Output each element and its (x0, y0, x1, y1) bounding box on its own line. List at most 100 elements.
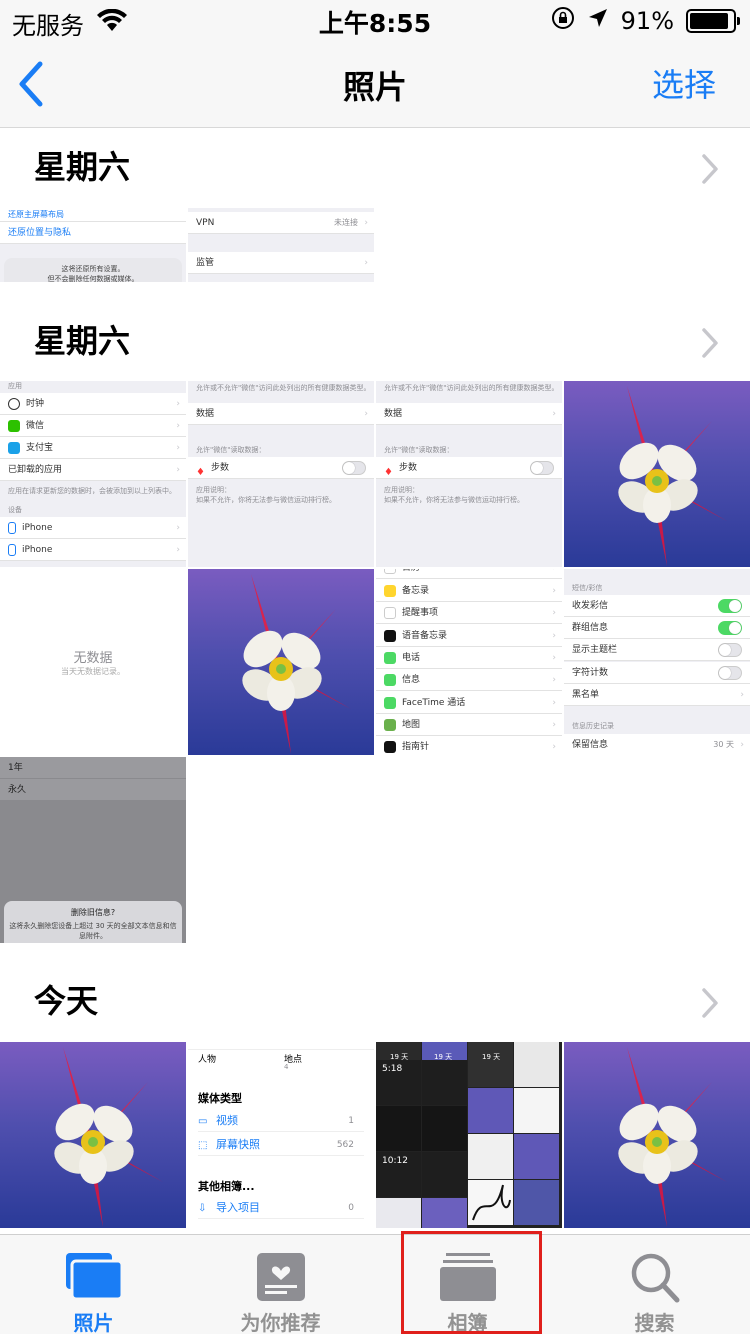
wallpaper-flower-thumbnail[interactable] (0, 1042, 186, 1228)
thumb-text: 这将还原所有设置。 (61, 265, 125, 273)
wallpaper-flower-thumbnail[interactable] (564, 381, 750, 567)
photo-thumbnail[interactable]: 短信/彩信 收发彩信 群组信息 显示主题栏 字符计数 黑名单 › 信息历史记录 保… (564, 569, 750, 755)
thumb-text: 如果不允许，你将无法参与微信运动排行榜。 (196, 496, 336, 504)
thumb-text: 地图 (402, 720, 421, 730)
thumb-text: 设备 (8, 506, 22, 514)
thumb-text: 语音备忘录 (402, 631, 448, 641)
tab-label: 照片 (73, 1311, 114, 1334)
thumb-text: 其他相簿... (198, 1180, 255, 1193)
flower-image (18, 1047, 163, 1227)
photo-thumbnail[interactable]: 还原主屏幕布局 还原位置与隐私 这将还原所有设置。 但不会删除任何数据或媒体。 (0, 208, 186, 282)
thumb-text: 10:12 (382, 1156, 408, 1166)
thumb-text: 已卸载的应用 (8, 465, 63, 475)
thumb-text: 当天无数据记录。 (61, 667, 125, 676)
search-icon (631, 1253, 679, 1303)
thumb-text: VPN (196, 218, 215, 228)
thumb-text: 信息 (402, 675, 421, 685)
tab-albums[interactable]: 相簿 (374, 1235, 561, 1334)
location-icon (587, 7, 609, 35)
thumb-text: 允许"微信"读取数据： (384, 446, 454, 454)
photo-thumbnail[interactable]: 1年 永久 删除旧信息? 这将永久删除您设备上超过 30 天的全部文本信息和信息… (0, 757, 186, 943)
section-title: 今天 (34, 982, 99, 1020)
tab-search[interactable]: 搜索 (561, 1235, 748, 1334)
thumb-text: 19 天 (482, 1053, 501, 1061)
section-header-saturday-1[interactable]: 星期六 (0, 128, 750, 208)
status-bar: 无服务 上午8:55 91% (0, 0, 750, 40)
thumb-alert: 删除旧信息? 这将永久删除您设备上超过 30 天的全部文本信息和信息附件。 (4, 901, 182, 943)
photo-thumbnail[interactable]: 允许或不允许"微信"访问此处列出的所有健康数据类型。 数据 › 允许"微信"读取数… (376, 381, 562, 567)
tab-photos[interactable]: 照片 (0, 1235, 187, 1334)
thumb-text: 这将永久删除您设备上超过 30 天的全部文本信息和信息附件。 (9, 922, 177, 940)
thumb-text: 永久 (0, 779, 186, 801)
thumb-text: 但不会删除任何数据或媒体。 (47, 275, 139, 282)
wallpaper-flower-thumbnail[interactable] (188, 569, 374, 755)
thumb-text: 监管 (196, 258, 215, 268)
battery-percent: 91% (620, 7, 674, 35)
thumb-text: 1年 (0, 757, 186, 779)
photo-thumbnail[interactable]: 无数据 当天无数据记录。 (0, 569, 186, 755)
thumb-text: iPhone (22, 545, 53, 555)
albums-icon (439, 1253, 496, 1301)
section-header-saturday-2[interactable]: 星期六 (0, 302, 750, 382)
thumb-text: 未连接 (334, 218, 358, 227)
thumb-text: FaceTime 通话 (402, 698, 466, 708)
thumb-text: 5:18 (382, 1064, 403, 1074)
thumb-text: 人物 (198, 1055, 217, 1065)
battery-icon (686, 9, 740, 33)
thumb-text: 日历 (402, 569, 420, 573)
tab-label: 相簿 (447, 1311, 488, 1334)
photo-thumbnail[interactable]: 允许或不允许"微信"访问此处列出的所有健康数据类型。 数据 › 允许"微信"读取数… (188, 381, 374, 567)
thumb-text: 支付宝 (26, 443, 54, 453)
thumb-text: 指南针 (402, 742, 430, 752)
tab-label: 为你推荐 (240, 1311, 321, 1334)
thumb-text: 还原主屏幕布局 (0, 208, 186, 222)
flower-image (206, 574, 351, 754)
thumb-text: 允许或不允许"微信"访问此处列出的所有健康数据类型。 (384, 384, 559, 392)
thumb-text: 群组信息 (572, 623, 609, 633)
wallpaper-flower-thumbnail[interactable] (564, 1042, 750, 1228)
chevron-right-icon (702, 154, 718, 184)
photo-thumbnail[interactable]: 19 天 19 天 19 天 5:18 10:12 (376, 1042, 562, 1228)
thumb-text: 4 (284, 1063, 289, 1071)
select-button[interactable]: 选择 (652, 60, 716, 106)
thumb-text: 导入项目 (216, 1201, 260, 1214)
thumb-text: 屏幕快照 (216, 1138, 260, 1151)
thumb-text: 电话 (402, 653, 421, 663)
thumb-text: 30 天 (713, 740, 734, 749)
thumb-text: 还原位置与隐私 (0, 222, 186, 244)
thumb-text: 数据 (196, 409, 215, 419)
thumb-text: 步数 (398, 463, 417, 473)
battery-fill (690, 13, 729, 29)
chevron-right-icon (702, 328, 718, 358)
photo-thumbnail[interactable]: 应用 时钟 › 微信 › 支付宝 › 已卸载的应用 › 应用在请求更新您的数据时，会被添… (0, 381, 186, 567)
thumb-text: 微信 (26, 421, 45, 431)
thumb-text: 应用说明： (384, 486, 419, 494)
thumb-text: 步数 (210, 463, 229, 473)
thumb-text: 应用说明： (196, 486, 231, 494)
thumb-alert: 这将还原所有设置。 但不会删除任何数据或媒体。 (4, 258, 182, 282)
thumb-text: 0 (348, 1203, 354, 1213)
thumb-text: 应用 (8, 382, 22, 390)
thumb-text: 允许或不允许"微信"访问此处列出的所有健康数据类型。 (196, 384, 371, 392)
tab-bar: 照片 为你推荐 相簿 搜索 (0, 1234, 750, 1334)
photo-thumbnail[interactable]: VPN 未连接 › 监管 › (188, 208, 374, 282)
thumb-text: 删除旧信息? (70, 908, 116, 917)
page-title: 照片 (342, 68, 407, 106)
chevron-right-icon (702, 988, 718, 1018)
thumb-text: 数据 (384, 409, 403, 419)
thumb-text: 提醒事项 (402, 608, 439, 618)
photo-thumbnail[interactable]: 日历› 备忘录› 提醒事项› 语音备忘录› 电话› 信息› FaceTime 通… (376, 569, 562, 755)
section-title: 星期六 (34, 148, 131, 186)
thumb-text: 应用在请求更新您的数据时，会被添加到以上列表中。 (8, 487, 176, 495)
for-you-icon (256, 1253, 305, 1301)
thumb-text: 视频 (216, 1114, 238, 1127)
section-header-today[interactable]: 今天 (0, 962, 750, 1042)
tab-for-you[interactable]: 为你推荐 (187, 1235, 374, 1334)
thumb-text: 信息历史记录 (572, 722, 614, 730)
photo-thumbnail[interactable]: 人物 地点 4 媒体类型 ▭ 视频 1 ⬚ 屏幕快照 562 其他相簿... ⇩ 导入项目… (188, 1042, 374, 1228)
thumb-text: iPhone (22, 523, 53, 533)
flower-image (582, 386, 727, 566)
thumb-text: 时钟 (26, 399, 45, 409)
flower-image (582, 1047, 727, 1227)
thumb-text: 允许"微信"读取数据： (196, 446, 266, 454)
